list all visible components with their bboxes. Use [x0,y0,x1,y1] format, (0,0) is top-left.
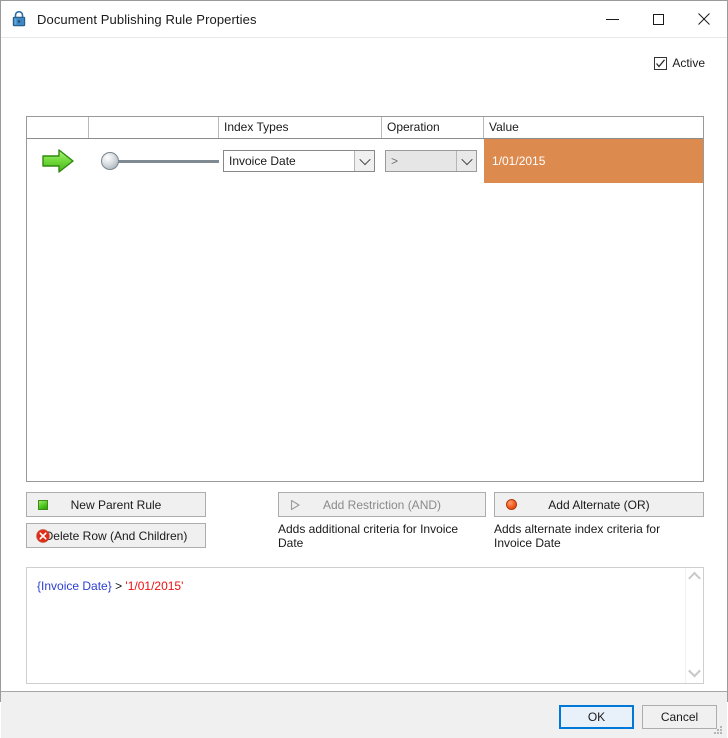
chevron-down-icon [460,153,473,166]
window-title: Document Publishing Rule Properties [37,11,257,27]
grid-header-selector[interactable] [27,117,89,138]
caption-button-group [589,1,727,37]
minimize-button[interactable] [589,1,635,37]
index-type-value: Invoice Date [229,154,296,168]
grid-header-value[interactable]: Value [484,117,703,138]
node-connector-line [118,159,219,163]
add-restriction-button[interactable]: Add Restriction (AND) [278,492,486,517]
close-icon [698,13,710,25]
row-operation-cell[interactable]: > [382,150,484,172]
cancel-button[interactable]: Cancel [642,705,717,729]
node-circle-icon [101,152,119,170]
add-restriction-label: Add Restriction (AND) [322,497,442,512]
ok-button[interactable]: OK [559,705,634,729]
add-alternate-button[interactable]: Add Alternate (OR) [494,492,704,517]
green-arrow-icon [42,149,74,173]
resize-grip[interactable] [712,724,724,736]
dialog-content: Active Index Types Operation Value Invoi… [1,38,727,738]
red-x-circle-icon [36,528,50,543]
maximize-icon [652,13,664,25]
active-label: Active [672,56,705,70]
delete-row-button[interactable]: Delete Row (And Children) [26,523,206,548]
operation-value: > [391,154,399,168]
grid-header-operation[interactable]: Operation [382,117,484,138]
checkmark-icon [656,58,666,68]
lock-icon [9,9,29,29]
value-field[interactable]: 1/01/2015 [484,139,703,183]
table-row[interactable]: Invoice Date > 1/01/2015 [27,139,703,183]
title-bar[interactable]: Document Publishing Rule Properties [1,1,727,38]
grid-header-node[interactable] [89,117,219,138]
grid-header-row: Index Types Operation Value [27,117,703,139]
chevron-down-icon [358,153,371,166]
active-checkbox-row[interactable]: Active [654,56,705,70]
row-node-cell[interactable] [89,152,219,170]
scroll-down-icon[interactable] [688,664,702,679]
operation-dropdown-button[interactable] [456,151,476,171]
add-restriction-hint: Adds additional criteria for Invoice Dat… [278,522,459,550]
expression-value-token: '1/01/2015' [125,579,184,593]
active-checkbox[interactable] [654,56,668,70]
expression-panel[interactable]: {Invoice Date} > '1/01/2015' [26,567,704,684]
green-square-icon [36,498,50,512]
grid-header-index-types[interactable]: Index Types [219,117,382,138]
dialog-window: Document Publishing Rule Properties Acti… [0,0,728,738]
new-parent-rule-label: New Parent Rule [70,497,162,512]
scroll-up-icon[interactable] [688,571,702,586]
footer-bar: OK Cancel [1,692,727,738]
row-selector-cell[interactable] [27,148,89,174]
row-index-type-cell[interactable]: Invoice Date [219,150,382,172]
add-alternate-hint: Adds alternate index criteria for Invoic… [494,522,661,550]
delete-row-label: Delete Row (And Children) [44,528,188,543]
new-parent-rule-button[interactable]: New Parent Rule [26,492,206,517]
expression-field-token: {Invoice Date} [37,579,112,593]
grey-triangle-icon [288,498,302,512]
index-type-dropdown-button[interactable] [354,151,374,171]
row-value-cell[interactable]: 1/01/2015 [484,139,703,183]
maximize-button[interactable] [635,1,681,37]
expression-scrollbar[interactable] [685,568,703,683]
close-button[interactable] [681,1,727,37]
expression-text: {Invoice Date} > '1/01/2015' [27,568,685,683]
index-type-dropdown[interactable]: Invoice Date [223,150,375,172]
operation-dropdown[interactable]: > [385,150,477,172]
add-alternate-label: Add Alternate (OR) [548,497,650,512]
rule-grid[interactable]: Index Types Operation Value Invoice Date… [26,116,704,482]
minimize-icon [605,18,619,20]
red-circle-icon [504,498,518,512]
